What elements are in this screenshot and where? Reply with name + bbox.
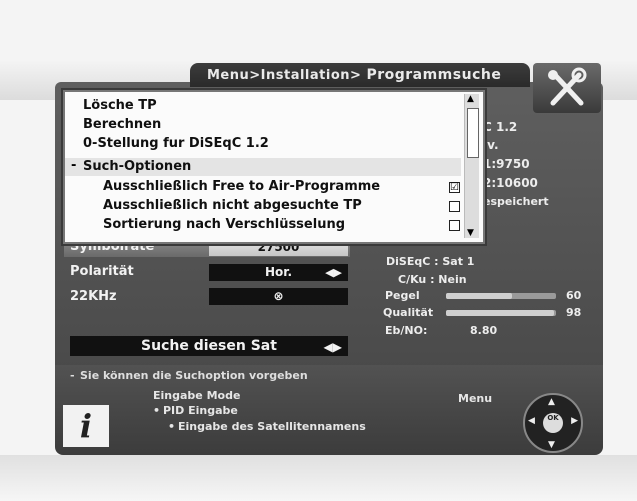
- breadcrumb: Menu>Installation> Programmsuche: [207, 67, 501, 83]
- scrollbar[interactable]: ▲ ▼: [464, 94, 479, 238]
- left-arrow-icon: ◀: [528, 416, 535, 426]
- menu-item-0-stellung[interactable]: 0-Stellung fur DiSEqC 1.2: [83, 136, 269, 151]
- polaritaet-value: Hor.: [264, 265, 293, 279]
- down-arrow-icon: ▼: [548, 440, 555, 450]
- ebno-label: Eb/NO:: [385, 324, 428, 337]
- tv-screen: Menu>Installation> Programmsuche C 1.2 i…: [0, 0, 637, 501]
- sat-eingabe-option: Eingabe des Satellitennamens: [178, 420, 366, 433]
- remote-dpad-icon: ▲ ▼ ◀ ▶ OK: [523, 393, 583, 453]
- scroll-down-icon[interactable]: ▼: [467, 228, 474, 238]
- page-title: Programmsuche: [366, 67, 502, 83]
- ok-button-icon: OK: [543, 413, 563, 433]
- pegel-value: 60: [566, 289, 582, 302]
- bullet-icon: •: [153, 404, 161, 417]
- bullet-icon: -: [71, 158, 77, 173]
- qualitaet-value: 98: [566, 306, 582, 319]
- 22khz-toggle[interactable]: ⊗: [209, 288, 348, 305]
- polaritaet-label: Polarität: [70, 264, 134, 279]
- checkbox-sortierung[interactable]: [449, 220, 460, 231]
- search-sat-button[interactable]: Suche diesen Sat ◀▶: [70, 336, 348, 356]
- c-ku-band: C/Ku : Nein: [398, 273, 467, 286]
- polaritaet-select[interactable]: Hor. ◀▶: [209, 264, 348, 281]
- scroll-up-icon[interactable]: ▲: [467, 94, 474, 104]
- left-right-arrows-icon: ◀▶: [325, 266, 342, 279]
- menu-label: Menu: [458, 392, 493, 405]
- checkbox-nicht-abgesuchte-tp[interactable]: [449, 201, 460, 212]
- lnb-frequency-2: 2:10600: [483, 176, 538, 190]
- diseqc-sat: DiSEqC : Sat 1: [386, 255, 475, 268]
- option-free-to-air[interactable]: Ausschließlich Free to Air-Programme: [103, 179, 380, 194]
- pid-eingabe-option: PID Eingabe: [163, 404, 238, 417]
- hint-text: Sie können die Suchoption vorgeben: [80, 369, 308, 382]
- saved-status: espeichert: [483, 195, 549, 208]
- ok-label: OK: [547, 414, 559, 422]
- option-nicht-abgesuchte-tp[interactable]: Ausschließlich nicht abgesuchte TP: [103, 198, 362, 213]
- diseqc-version: C 1.2: [483, 120, 518, 134]
- eingabe-mode-label: Eingabe Mode: [153, 389, 241, 402]
- pegel-bar: [446, 293, 556, 299]
- off-icon: ⊗: [273, 289, 284, 303]
- search-sat-label: Suche diesen Sat: [141, 338, 277, 354]
- qualitaet-label: Qualität: [383, 306, 434, 319]
- qualitaet-bar: [446, 310, 556, 316]
- menu-item-loesche-tp[interactable]: Lösche TP: [83, 98, 157, 113]
- breadcrumb-path: Menu>Installation>: [207, 68, 362, 83]
- pegel-bar-fill: [446, 293, 512, 299]
- pegel-label: Pegel: [385, 289, 420, 302]
- info-line: iv.: [483, 138, 499, 152]
- ebno-value: 8.80: [470, 324, 498, 337]
- check-icon: ☑: [450, 182, 459, 193]
- bullet-icon: •: [168, 420, 176, 433]
- lnb-frequency-1: 1:9750: [483, 157, 530, 171]
- options-popup-menu: Lösche TP Berechnen 0-Stellung fur DiSEq…: [63, 90, 485, 244]
- up-arrow-icon: ▲: [548, 397, 555, 407]
- background-band: [0, 455, 637, 501]
- 22khz-label: 22KHz: [70, 289, 117, 304]
- checkbox-free-to-air[interactable]: ☑: [449, 182, 460, 193]
- info-icon: i: [63, 405, 109, 447]
- bullet-icon: -: [70, 369, 75, 382]
- menu-item-such-optionen[interactable]: Such-Optionen: [83, 159, 191, 174]
- qualitaet-bar-fill: [446, 310, 554, 316]
- menu-item-berechnen[interactable]: Berechnen: [83, 117, 161, 132]
- option-sortierung[interactable]: Sortierung nach Verschlüsselung: [103, 217, 345, 232]
- scrollbar-thumb[interactable]: [467, 108, 479, 158]
- tools-icon: [533, 63, 601, 113]
- right-arrow-icon: ▶: [571, 416, 578, 426]
- left-right-arrows-icon: ◀▶: [323, 340, 342, 354]
